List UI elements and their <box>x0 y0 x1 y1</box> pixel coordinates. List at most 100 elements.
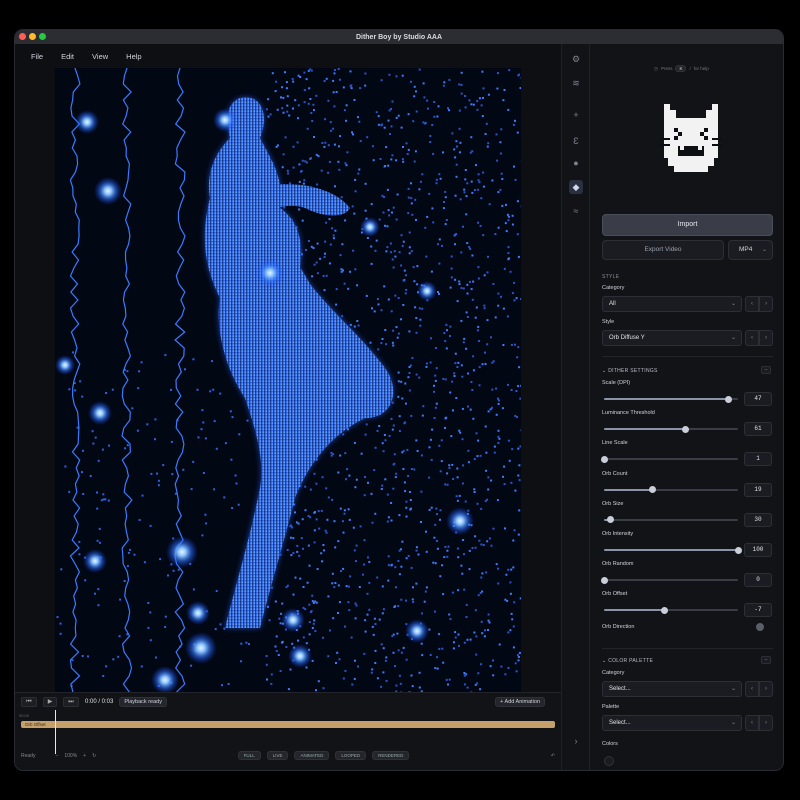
param-value-input[interactable]: 1 <box>744 452 772 467</box>
dither-dot <box>286 110 289 113</box>
menu-edit[interactable]: Edit <box>61 52 74 61</box>
dither-settings-collapse-button[interactable]: – <box>761 366 771 374</box>
dither-dot <box>507 215 510 218</box>
param-value-input[interactable]: 0 <box>744 573 772 588</box>
dither-dot <box>456 366 459 368</box>
param-slider[interactable] <box>604 606 738 614</box>
preview-canvas[interactable] <box>55 68 521 692</box>
plus-icon[interactable]: + <box>569 108 583 122</box>
prev-palette-category-button[interactable]: ‹ <box>745 681 759 697</box>
settings-gear-icon[interactable]: ⚙ <box>569 52 583 66</box>
menu-view[interactable]: View <box>92 52 108 61</box>
param-slider[interactable] <box>604 486 738 494</box>
dither-dot <box>307 240 310 242</box>
slider-knob[interactable] <box>725 395 733 403</box>
format-select[interactable]: MP4 ⌄ <box>728 240 773 260</box>
param-value-input[interactable]: 19 <box>744 482 772 497</box>
param-value-input[interactable]: 100 <box>744 543 772 557</box>
prev-category-button[interactable]: ‹ <box>745 296 759 312</box>
dither-dot <box>140 361 143 364</box>
close-window-button[interactable] <box>19 33 26 40</box>
dither-dot <box>385 656 388 659</box>
dither-dot <box>159 558 162 561</box>
mode-pill-looped[interactable]: LOOPED <box>335 751 367 760</box>
skip-forward-button[interactable]: ⏭ <box>63 697 79 707</box>
maximize-window-button[interactable] <box>39 33 46 40</box>
param-slider[interactable] <box>604 395 738 403</box>
dither-dot <box>497 567 499 570</box>
slider-knob[interactable] <box>600 576 608 584</box>
waves-icon[interactable]: ≈ <box>569 204 583 218</box>
slider-knob[interactable] <box>648 486 656 494</box>
undo-icon[interactable]: ↶ <box>551 753 555 759</box>
layers-icon[interactable]: ≋ <box>569 76 583 90</box>
add-animation-button[interactable]: + Add Animation <box>495 697 545 707</box>
slider-knob[interactable] <box>607 516 615 524</box>
dither-settings-header[interactable]: ⌄ DITHER SETTINGS <box>602 368 658 374</box>
palette-select[interactable]: Select... ⌄ <box>602 715 742 731</box>
mode-pill-animated[interactable]: ANIMATED <box>294 751 330 760</box>
slider-fill <box>604 428 686 431</box>
zoom-out-button[interactable]: − <box>55 753 58 759</box>
palette-category-select[interactable]: Select... ⌄ <box>602 681 742 697</box>
dither-dot <box>346 468 349 471</box>
param-value-input[interactable]: 30 <box>744 512 772 527</box>
dither-dot <box>204 437 207 440</box>
dither-dot <box>431 124 434 126</box>
style-select[interactable]: Orb Diffuse Y ⌄ <box>602 330 742 346</box>
menu-file[interactable]: File <box>31 52 43 61</box>
play-button[interactable]: ▶ <box>43 697 57 707</box>
slider-knob[interactable] <box>660 606 668 614</box>
slider-knob[interactable] <box>734 546 742 554</box>
minimize-window-button[interactable] <box>29 33 36 40</box>
dither-dot <box>322 636 325 639</box>
slider-knob[interactable] <box>682 425 690 433</box>
next-palette-category-button[interactable]: › <box>759 681 773 697</box>
mode-pill-live[interactable]: LIVE <box>266 751 289 760</box>
category-nav: ‹ › <box>745 296 773 312</box>
divider <box>602 356 773 357</box>
dither-dot <box>402 646 405 649</box>
mode-pill-full[interactable]: FULL <box>237 751 261 760</box>
text-icon[interactable]: Ɛ <box>569 134 583 148</box>
next-category-button[interactable]: › <box>759 296 773 312</box>
mode-pill-rendered[interactable]: RENDERED <box>372 751 410 760</box>
skip-back-button[interactable]: ⏮ <box>21 697 37 707</box>
zoom-in-button[interactable]: + <box>83 753 86 759</box>
dither-dot <box>102 493 105 496</box>
animation-track[interactable]: Orb Offset <box>21 721 555 728</box>
param-slider[interactable] <box>604 425 738 433</box>
prev-style-button[interactable]: ‹ <box>745 330 759 346</box>
dither-dot <box>292 80 295 83</box>
next-palette-button[interactable]: › <box>759 715 773 731</box>
divider <box>602 648 773 649</box>
export-video-button[interactable]: Export Video <box>602 240 724 260</box>
param-slider[interactable] <box>600 455 738 463</box>
param-value-input[interactable]: -7 <box>744 603 772 618</box>
category-select[interactable]: All ⌄ <box>602 296 742 312</box>
dither-dot <box>97 459 100 462</box>
param-value-input[interactable]: 47 <box>744 392 772 406</box>
param-slider[interactable] <box>604 516 738 524</box>
menu-help[interactable]: Help <box>126 52 141 61</box>
param-value-input[interactable]: 61 <box>744 422 772 437</box>
orb-direction-toggle[interactable] <box>756 623 764 631</box>
cat-icon[interactable]: ◆ <box>569 180 583 194</box>
prev-palette-button[interactable]: ‹ <box>745 715 759 731</box>
slider-fill <box>604 609 665 612</box>
import-button[interactable]: Import <box>602 214 773 236</box>
drop-icon[interactable]: ● <box>569 156 583 170</box>
slider-knob[interactable] <box>600 455 608 463</box>
reset-view-icon[interactable]: ↻ <box>92 753 96 759</box>
color-swatch[interactable] <box>604 756 614 766</box>
param-slider[interactable] <box>600 576 738 584</box>
collapse-sidebar-chevron-icon[interactable]: › <box>569 734 583 748</box>
color-palette-collapse-button[interactable]: – <box>761 656 771 664</box>
param-slider[interactable] <box>604 546 742 554</box>
dither-dot <box>281 602 284 605</box>
dither-dot <box>405 274 407 277</box>
next-style-button[interactable]: › <box>759 330 773 346</box>
color-palette-header[interactable]: ⌄ COLOR PALETTE <box>602 658 653 664</box>
dither-dot <box>323 145 326 148</box>
playhead[interactable] <box>55 710 56 754</box>
